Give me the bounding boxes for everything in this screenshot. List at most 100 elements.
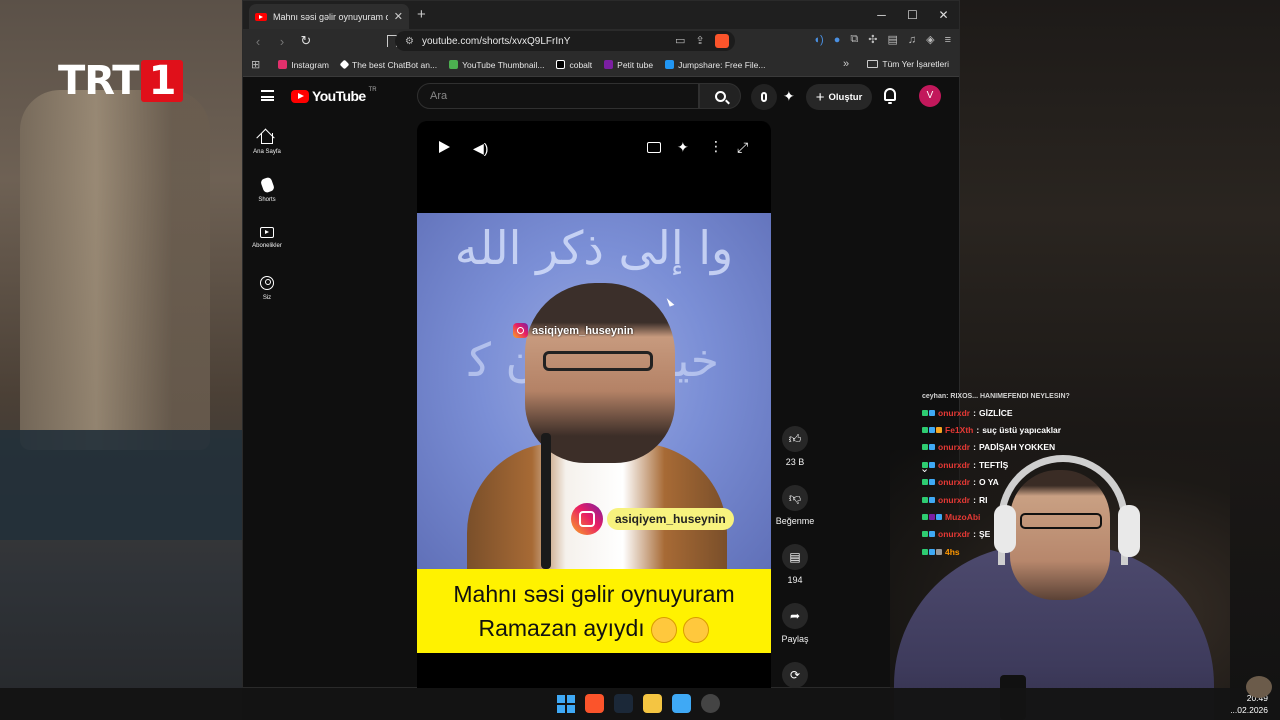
all-bookmarks-label: Tüm Yer İşaretleri [882,59,949,69]
translate-extension-icon[interactable]: ⧉ [850,33,858,46]
close-tab-icon[interactable]: ✕ [394,10,403,23]
bookmark-item[interactable]: YouTube Thumbnail... [449,60,544,70]
speaker-microphone [541,433,551,569]
forward-button[interactable]: › [275,34,289,49]
site-settings-icon[interactable]: ⚙ [405,36,414,47]
cast-icon[interactable]: ▭ [675,34,685,48]
bookmark-item[interactable]: Petit tube [604,60,653,70]
browser-tab-active[interactable]: Mahnı səsi gəlir oynuyuram oruc ✕ [249,4,409,29]
more-bookmarks-chevron-icon[interactable]: » [843,58,849,70]
bookmark-item[interactable]: cobalt [556,60,592,70]
url-text: youtube.com/shorts/xvxQ9LFrInY [421,35,571,47]
share-label: Paylaş [781,634,809,644]
photos-icon[interactable] [672,694,691,713]
minimize-button[interactable]: ─ [866,1,897,29]
hamburger-menu-icon[interactable] [261,90,274,101]
share-icon[interactable]: ⇪ [695,34,704,48]
bookmark-item[interactable]: The best ChatBot an... [339,60,437,70]
stream-background-left [0,0,242,720]
cobalt-bookmark-icon [556,60,566,69]
chat-badges [922,514,942,521]
search-input[interactable]: Ara [417,83,699,109]
fullscreen-icon[interactable]: ⤢ [737,139,748,156]
comment-icon: ▤ [782,544,808,570]
chat-badges [922,409,935,416]
chat-badges [922,444,935,451]
taskbar-apps [556,694,720,713]
sidebar-item-home[interactable]: Ana Sayfa [243,123,291,172]
chat-text: O YA [978,477,999,488]
browser-menu-icon[interactable]: ≡ [945,34,951,46]
reload-button[interactable]: ↻ [299,33,313,49]
folder-icon [867,60,879,68]
more-options-icon[interactable]: ⋮ [709,139,723,153]
chat-badges [922,496,935,503]
bookmark-label: YouTube Thumbnail... [462,59,545,70]
chat-text-separator: : [973,407,976,418]
chat-message: MuzoAbi [922,508,1122,525]
all-bookmarks-button[interactable]: Tüm Yer İşaretleri [867,59,949,69]
ask-gemini-icon[interactable]: ✦ [677,139,689,156]
chat-username: onurxdr [938,529,971,540]
voice-search-button[interactable] [751,84,777,110]
create-button[interactable]: + Oluştur [806,84,872,110]
sidebar-toggle-icon[interactable]: ▤ [887,33,897,46]
sidebar-item-subscriptions[interactable]: Abonelikler [243,221,291,270]
gemini-sparkle-icon[interactable]: ✦ [783,88,795,105]
notifications-bell-icon[interactable] [884,88,896,104]
volume-icon[interactable]: ◀) [473,140,488,157]
bookmark-item[interactable]: Jumpshare: Free File... [665,60,765,70]
chat-message: onurxdr : ŞE [922,526,1122,543]
chat-scroll-down-icon[interactable]: ⌄ [920,462,929,475]
like-button[interactable]: 👍︎ 23 B [769,426,821,485]
brave-browser-icon[interactable] [585,694,604,713]
chat-username: onurxdr [938,477,971,488]
chat-text-separator: : [973,459,976,470]
bookmark-item[interactable]: Instagram [278,60,329,70]
new-tab-button[interactable]: + [417,6,426,23]
sidebar-item-label: Abonelikler [252,243,282,249]
windows-start-icon[interactable] [556,694,575,713]
apps-grid-icon[interactable]: ⊞ [251,58,260,71]
extension-icons: ◖) ● ⧉ ✣ ▤ ♫ ◈ ≡ [813,33,951,46]
brave-shields-icon[interactable] [714,34,729,48]
chat-username: MuzoAbi [945,512,981,523]
instagram-bookmark-icon [278,60,288,69]
comments-button[interactable]: ▤ 194 [769,544,821,603]
bookmark-label: cobalt [569,59,593,70]
search-button[interactable] [699,83,741,109]
audio-extension-icon[interactable]: ◖) [813,34,823,46]
close-window-button[interactable]: ✕ [928,1,959,29]
like-count: 23 B [785,457,805,467]
back-button[interactable]: ‹ [251,34,265,49]
chat-message: onurxdr : GİZLİCE [922,404,1122,421]
media-icon[interactable]: ♫ [908,34,916,46]
youtube-play-logo-icon [291,89,309,103]
obs-icon[interactable] [701,694,720,713]
chat-partial-line: ceyhan: RIXOS... HANIMEFENDI NEYLESIN? [922,393,1070,400]
vpn-extension-icon[interactable]: ● [834,34,841,46]
shorts-player[interactable]: ◀) ✦ ⋮ ⤢ ﻭﺍ ﺇﻟﻰ ﺫﻛﺮ ﺍﻟﻠﻪ ﺧﻴﺮ ﻟﻜﻢ ﺇﻥ ﻛ as… [417,121,771,689]
youtube-logo[interactable]: YouTube TR [291,87,377,104]
chat-username: onurxdr [938,459,971,470]
captions-icon[interactable] [647,142,661,153]
shield-icon[interactable]: ◈ [926,33,934,46]
thumbs-up-icon: 👍︎ [782,426,808,452]
chat-message: onurxdr : O YA [922,474,1122,491]
youtube-header: YouTube TR Ara ✦ + Oluştur V [243,78,959,116]
sidebar-item-shorts[interactable]: Shorts [243,172,291,221]
share-button[interactable]: ➦ Paylaş [769,603,821,662]
windows-taskbar: 20:49 ...02.2026 [0,688,1280,720]
dislike-button[interactable]: 👎︎ Beğenme [769,485,821,544]
play-icon[interactable] [439,141,450,153]
sidebar-item-you[interactable]: Siz [243,270,291,319]
maximize-button[interactable]: ☐ [897,1,928,29]
puzzle-extensions-icon[interactable]: ✣ [868,33,877,46]
instagram-icon [571,503,603,535]
instagram-watermark-bottom: asiqiyem_huseynin [571,503,734,535]
bookmark-label: Jumpshare: Free File... [678,59,766,70]
steam-icon[interactable] [614,694,633,713]
halo-emoji-icon [683,616,710,643]
file-explorer-icon[interactable] [643,694,662,713]
account-avatar[interactable]: V [919,85,941,107]
